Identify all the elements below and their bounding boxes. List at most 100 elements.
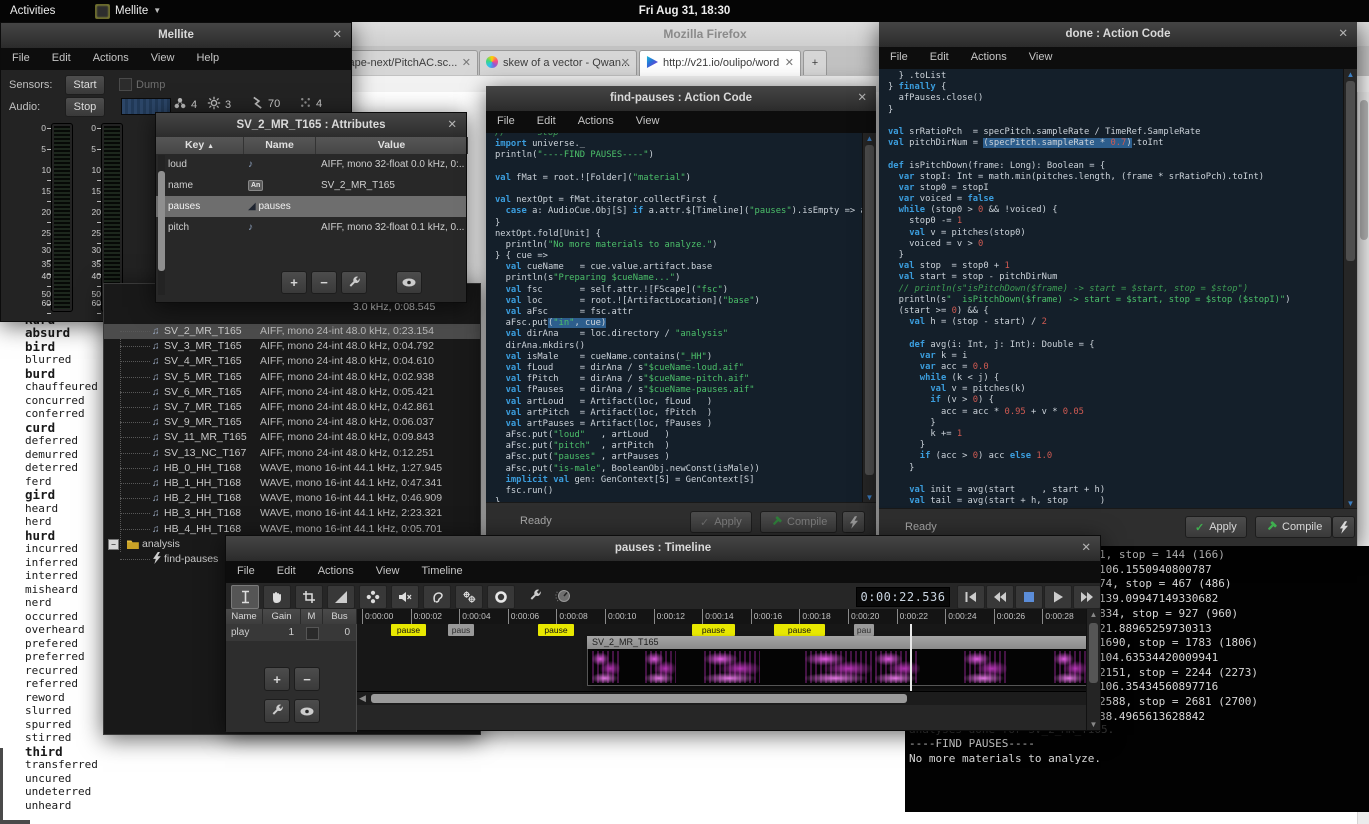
scrollbar-thumb[interactable] (1089, 623, 1098, 683)
timeline-titlebar[interactable]: pauses : Timeline ✕ (226, 536, 1100, 562)
vertical-scrollbar[interactable]: ▲ ▼ (1086, 609, 1100, 730)
apply-button[interactable]: ✓Apply (690, 511, 752, 533)
apply-button[interactable]: ✓Apply (1185, 516, 1247, 538)
play-button[interactable] (1044, 585, 1072, 609)
menu-file[interactable]: File (486, 111, 526, 127)
scrollbar-thumb[interactable] (865, 145, 874, 475)
menu-edit[interactable]: Edit (41, 48, 82, 64)
audio-file-row[interactable]: ♫SV_7_MR_T165AIFF, mono 24-int 48.0 kHz,… (104, 400, 480, 415)
menu-actions[interactable]: Actions (960, 47, 1018, 63)
column-header-name[interactable]: Name (226, 609, 263, 624)
add-track-button[interactable]: + (264, 667, 290, 691)
attribute-row[interactable]: nameAnSV_2_MR_T165 (156, 175, 466, 196)
region-tool[interactable] (295, 585, 323, 609)
done-titlebar[interactable]: done : Action Code ✕ (879, 22, 1357, 48)
close-icon[interactable]: ✕ (1081, 536, 1091, 561)
menu-actions[interactable]: Actions (567, 111, 625, 127)
attribute-row[interactable]: pauses◢ pauses (156, 196, 466, 217)
mute-tool[interactable] (391, 585, 419, 609)
column-header-m[interactable]: M (301, 609, 323, 624)
fast-forward-button[interactable] (1073, 585, 1100, 609)
app-menu[interactable]: Mellite ▼ (95, 0, 161, 22)
loop-ring-tool[interactable] (487, 585, 515, 609)
attributes-titlebar[interactable]: SV_2_MR_T165 : Attributes ✕ (156, 113, 466, 139)
wrench-icon[interactable] (341, 271, 367, 294)
track-name[interactable]: play (231, 624, 249, 641)
stop-button[interactable] (1015, 585, 1043, 609)
eye-icon[interactable] (396, 271, 422, 294)
pause-marker[interactable]: pau (854, 624, 874, 636)
audio-file-row[interactable]: ♫SV_11_MR_T165AIFF, mono 24-int 48.0 kHz… (104, 430, 480, 445)
folder-label[interactable]: analysis (142, 537, 180, 552)
browser-tab[interactable]: skew of a vector - Qwan...✕ (479, 50, 637, 75)
playhead[interactable] (910, 624, 912, 691)
scroll-down-icon[interactable]: ▼ (1087, 720, 1100, 729)
group-counter[interactable]: 4 (173, 96, 197, 113)
pause-marker[interactable]: pause (391, 624, 426, 636)
tab-close-icon[interactable]: ✕ (462, 51, 471, 75)
pause-marker[interactable]: pause (538, 624, 574, 636)
column-header-value[interactable]: Value (316, 137, 468, 154)
audio-file-row[interactable]: ♫SV_13_NC_T167AIFF, mono 24-int 48.0 kHz… (104, 446, 480, 461)
scrollbar-thumb[interactable] (158, 171, 165, 271)
menu-file[interactable]: File (226, 561, 266, 577)
track-bus[interactable]: 0 (334, 624, 350, 641)
close-icon[interactable]: ✕ (1338, 22, 1348, 47)
patch-tool[interactable] (359, 585, 387, 609)
column-header-key[interactable]: Key ▲ (156, 137, 244, 154)
rewind-button[interactable] (986, 585, 1014, 609)
mute-checkbox[interactable] (306, 627, 319, 640)
scrollbar-thumb[interactable] (371, 694, 907, 703)
hand-tool[interactable] (263, 585, 291, 609)
code-editor[interactable]: } .toList} finally { afPauses.close()} v… (879, 69, 1344, 509)
audio-file-row[interactable]: ♫SV_3_MR_T165AIFF, mono 24-int 48.0 kHz,… (104, 339, 480, 354)
audio-stop-button[interactable]: Stop (65, 97, 105, 117)
find-pauses-titlebar[interactable]: find-pauses : Action Code ✕ (486, 86, 876, 112)
action-label[interactable]: find-pauses (164, 552, 218, 567)
add-attr-button[interactable]: + (281, 271, 307, 294)
pause-marker[interactable]: paus (448, 624, 474, 636)
menu-help[interactable]: Help (185, 48, 230, 64)
menu-view[interactable]: View (625, 111, 671, 127)
audio-file-row[interactable]: ♫SV_4_MR_T165AIFF, mono 24-int 48.0 kHz,… (104, 354, 480, 369)
control-knob[interactable] (551, 585, 577, 607)
audio-file-row[interactable]: ♫SV_2_MR_T165AIFF, mono 24-int 48.0 kHz,… (104, 324, 480, 339)
scrollbar-thumb[interactable] (1360, 100, 1368, 240)
matrix-counter[interactable]: 4 (299, 96, 322, 112)
code-scrollbar[interactable]: ▲ ▼ (1343, 69, 1357, 509)
column-header-gain[interactable]: Gain (263, 609, 301, 624)
scrollbar-thumb[interactable] (1346, 81, 1355, 261)
menu-edit[interactable]: Edit (266, 561, 307, 577)
close-icon[interactable]: ✕ (332, 23, 342, 48)
audio-file-row[interactable]: ♫HB_2_HH_T168WAVE, mono 16-int 44.1 kHz,… (104, 491, 480, 506)
column-header-bus[interactable]: Bus (323, 609, 357, 624)
scroll-up-icon[interactable]: ▲ (1344, 70, 1357, 79)
attributes-header[interactable]: Key ▲NameValue (156, 137, 466, 154)
pause-marker[interactable]: pause (774, 624, 825, 636)
gear-counter[interactable]: 3 (207, 96, 231, 113)
gain-tool[interactable] (455, 585, 483, 609)
audio-file-row[interactable]: ♫HB_3_HH_T168WAVE, mono 16-int 44.1 kHz,… (104, 506, 480, 521)
compile-button[interactable]: Compile (1255, 516, 1332, 538)
track-row[interactable]: play 1 0 (226, 624, 356, 641)
track-gain[interactable]: 1 (278, 624, 294, 641)
menu-file[interactable]: File (1, 48, 41, 64)
timeline-track-area[interactable]: pausepauspausepausepausepau SV_2_MR_T165 (357, 624, 1087, 691)
attribute-row[interactable]: loud♪AIFF, mono 32-float 0.0 kHz, 0:... (156, 154, 466, 175)
menu-file[interactable]: File (879, 47, 919, 63)
eye-icon[interactable] (294, 699, 320, 723)
audio-file-row[interactable]: ♫SV_5_MR_T165AIFF, mono 24-int 48.0 kHz,… (104, 370, 480, 385)
audition-tool[interactable] (423, 585, 451, 609)
scroll-down-icon[interactable]: ▼ (1344, 499, 1357, 508)
horizontal-scrollbar[interactable]: ◀ (357, 691, 1087, 705)
audio-file-row[interactable]: ♫HB_0_HH_T168WAVE, mono 16-int 44.1 kHz,… (104, 461, 480, 476)
browser-tab[interactable]: http://v21.io/oulipo/word✕ (639, 50, 801, 76)
cursor-tool[interactable] (231, 585, 259, 609)
sensors-start-button[interactable]: Start (65, 75, 105, 95)
code-scrollbar[interactable]: ▲ ▼ (862, 133, 876, 503)
close-icon[interactable]: ✕ (447, 113, 457, 138)
collapse-icon[interactable]: − (108, 539, 119, 550)
remove-attr-button[interactable]: − (311, 271, 337, 294)
menu-edit[interactable]: Edit (526, 111, 567, 127)
clock[interactable]: Fri Aug 31, 18:30 (0, 0, 1369, 22)
